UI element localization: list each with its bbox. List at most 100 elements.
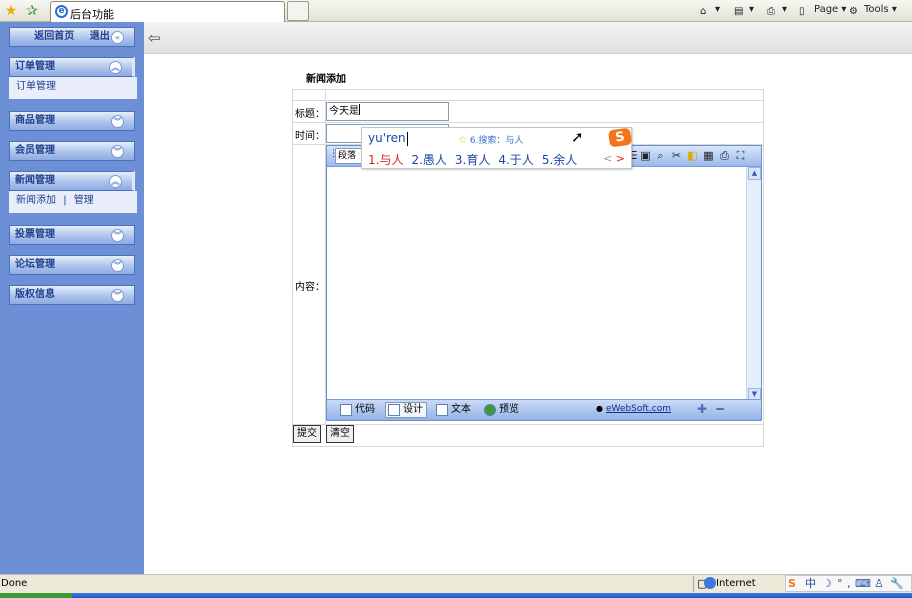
home-button[interactable]: ⌂ ▾ [700, 4, 720, 19]
page-menu[interactable]: ▯ Page ▾ [799, 4, 846, 19]
insert-flash-icon[interactable]: ◧ [686, 149, 699, 162]
globe-icon [704, 577, 716, 589]
sidebar-section-label: 投票管理 [15, 229, 55, 240]
windows-taskbar [0, 593, 912, 598]
ime-candidate-popup: yu'ren ☆ 6.搜索：与人 1.与人 2.愚人 3.育人 4.于人 5.余人 < … [361, 127, 632, 169]
ime-candidate[interactable]: 2.愚人 [411, 153, 446, 167]
sidebar-section-orders[interactable]: 订单管理 ︽ [9, 57, 135, 77]
sidebar-link-separator: | [63, 195, 67, 206]
chevron-up-icon: ︽ [109, 61, 122, 74]
row-divider [293, 100, 763, 101]
mode-text-button[interactable]: 文本 [433, 402, 475, 418]
browser-tab-bar: ★ ✰ e 后台功能 ⌂ ▾ ▤ ▾ ⎙ ▾ ▯ Page ▾ ⚙ Tools ▾ [0, 0, 912, 22]
tools-menu-label: Tools [864, 4, 889, 15]
tools-icon[interactable]: ✂ [670, 149, 683, 162]
sidebar-link-news-add[interactable]: 新闻添加 [16, 195, 56, 206]
clear-button[interactable]: 清空 [326, 425, 354, 443]
logout-link[interactable]: 退出 [90, 31, 110, 42]
add-favorites-icon[interactable]: ✰ [24, 3, 40, 19]
insert-image-icon[interactable]: ▣ [639, 149, 652, 162]
text-icon [436, 404, 448, 416]
page-icon: ▯ [799, 6, 805, 17]
ime-candidate-list: 1.与人 2.愚人 3.育人 4.于人 5.余人 [368, 151, 585, 168]
sidebar-section-label: 新闻管理 [15, 175, 55, 186]
ime-candidate[interactable]: 1.与人 [368, 153, 403, 167]
sidebar-link-news-manage[interactable]: 管理 [74, 195, 94, 206]
printer-icon: ⎙ [767, 6, 775, 17]
favorites-star-icon[interactable]: ★ [3, 3, 19, 19]
sidebar-section-products[interactable]: 商品管理 ︾ [9, 111, 135, 131]
title-input-value: 今天是 [329, 106, 359, 117]
back-arrow-icon[interactable]: ⇦ [148, 30, 164, 46]
feeds-button[interactable]: ▤ ▾ [734, 4, 754, 19]
chinese-mode-icon[interactable]: 中 [805, 577, 816, 591]
ime-prev-page[interactable]: < [603, 152, 612, 165]
shrink-icon[interactable]: ━ [714, 403, 726, 415]
row-divider [293, 122, 763, 123]
editor-content-area[interactable] [328, 168, 746, 400]
sidebar-section-label: 版权信息 [15, 289, 55, 300]
ime-candidate[interactable]: 4.于人 [498, 153, 533, 167]
ime-next-page[interactable]: > [616, 152, 625, 165]
ime-caret [407, 132, 408, 146]
tools-menu[interactable]: ⚙ Tools ▾ [849, 4, 897, 19]
sidebar-section-label: 论坛管理 [15, 259, 55, 270]
ime-page-nav: < > [603, 152, 625, 165]
sidebar-section-forum[interactable]: 论坛管理 ︾ [9, 255, 135, 275]
sidebar-section-votes[interactable]: 投票管理 ︾ [9, 225, 135, 245]
chevron-down-icon: ︾ [111, 145, 124, 158]
wrench-icon[interactable]: 🔧 [890, 577, 904, 591]
user-icon[interactable]: ♙ [874, 577, 884, 591]
star-icon: ☆ [458, 135, 467, 146]
print-button[interactable]: ⎙ ▾ [767, 4, 787, 19]
page-title: 新闻添加 [306, 74, 346, 85]
content-toolbar [144, 22, 912, 54]
print-preview-icon[interactable]: ⎙ [718, 149, 731, 162]
ime-candidate[interactable]: 5.余人 [542, 153, 577, 167]
mode-code-button[interactable]: 代码 [337, 402, 379, 418]
text-caret [359, 104, 360, 115]
sidebar-section-members[interactable]: 会员管理 ︾ [9, 141, 135, 161]
ewebsoft-link[interactable]: eWebSoft.com [606, 404, 671, 414]
moon-icon[interactable]: ☽ [822, 577, 832, 591]
row-divider [293, 424, 763, 425]
browser-tab[interactable]: e 后台功能 [50, 1, 285, 22]
ime-search-hint[interactable]: ☆ 6.搜索：与人 [458, 133, 523, 146]
content-label: 内容： [295, 282, 325, 293]
sidebar-sub-news: 新闻添加 | 管理 [9, 191, 137, 213]
sogou-logo-icon: S [607, 127, 633, 148]
home-link[interactable]: 返回首页 [34, 31, 74, 42]
code-icon [340, 404, 352, 416]
punctuation-icon[interactable]: ° [837, 577, 843, 591]
page-menu-label: Page [814, 4, 839, 15]
start-button[interactable] [0, 593, 72, 598]
ie-page-icon: e [55, 5, 68, 18]
gear-icon: ⚙ [849, 6, 858, 17]
sogou-icon[interactable]: S [788, 577, 796, 591]
find-replace-icon[interactable]: ⌕ [654, 149, 667, 162]
mode-preview-button[interactable]: 预览 [481, 402, 523, 418]
expand-icon[interactable]: ✚ [696, 403, 708, 415]
title-input[interactable]: 今天是 [326, 102, 449, 121]
bullet-punctuation-icon[interactable]: , [847, 577, 851, 591]
sidebar-section-copyright[interactable]: 版权信息 ︾ [9, 285, 135, 305]
new-tab-button[interactable] [287, 1, 309, 21]
sidebar-sub-orders: 订单管理 [9, 77, 137, 99]
sidebar-section-label: 订单管理 [15, 61, 55, 72]
ime-candidate[interactable]: 3.育人 [455, 153, 490, 167]
editor-scrollbar[interactable]: ▲ ▼ [746, 167, 761, 401]
scroll-up-icon[interactable]: ▲ [748, 167, 761, 180]
table-icon[interactable]: ▦ [702, 149, 715, 162]
fullscreen-icon[interactable]: ⛶ [734, 149, 747, 162]
security-zone-text: Internet [716, 578, 756, 589]
browser-status-bar: Done ▢ Internet [0, 574, 912, 593]
keyboard-icon[interactable]: ⌨ [855, 577, 871, 591]
collapse-icon[interactable]: « [111, 31, 124, 44]
mode-preview-label: 预览 [499, 404, 519, 415]
sidebar-link-order-manage[interactable]: 订单管理 [16, 81, 56, 92]
sidebar-section-news[interactable]: 新闻管理 ︽ [9, 171, 135, 191]
submit-button[interactable]: 提交 [293, 425, 321, 443]
status-divider [693, 576, 694, 592]
time-label: 时间： [295, 131, 325, 142]
mode-design-button[interactable]: 设计 [385, 402, 427, 418]
